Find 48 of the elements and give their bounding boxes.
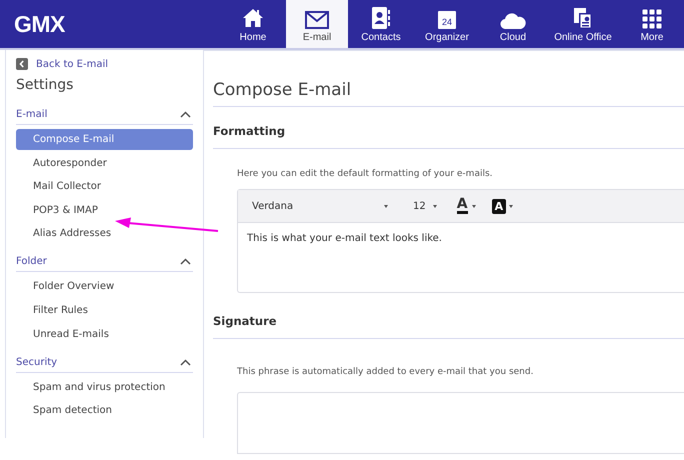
nav-tab[interactable]: More <box>620 0 684 48</box>
sidebar-item[interactable]: Autoresponder <box>16 152 193 174</box>
envelope-icon <box>305 11 329 29</box>
calendar-date: 24 <box>442 18 452 26</box>
section-header[interactable]: Folder <box>16 256 193 272</box>
section-heading: Signature <box>213 314 684 339</box>
sidebar-item[interactable]: Unread E-mails <box>16 324 193 345</box>
section-header[interactable]: Security <box>16 356 193 373</box>
back-icon <box>16 58 28 70</box>
address-book-icon <box>371 7 391 29</box>
back-link[interactable]: Back to E-mail <box>16 58 193 70</box>
chevron-up-icon <box>180 358 191 366</box>
sidebar-item[interactable]: Mail Collector <box>16 176 193 198</box>
cloud-icon <box>500 13 526 29</box>
caret-icon <box>384 204 388 208</box>
logo[interactable]: GMX <box>14 10 65 38</box>
documents-icon <box>573 7 593 29</box>
section-description: Here you can edit the default formatting of your e-mails. <box>237 169 494 179</box>
section-description: This phrase is automatically added to every e-mail that you send. <box>237 367 534 377</box>
font-dropdown[interactable]: Verdana <box>252 200 388 212</box>
sidebar-title: Settings <box>16 77 74 93</box>
signature-field[interactable] <box>237 392 684 454</box>
sidebar-item[interactable]: Folder Overview <box>16 276 193 298</box>
section-heading: Formatting <box>213 124 684 149</box>
nav-tab[interactable]: 24 Organizer <box>414 0 480 48</box>
chevron-up-icon <box>180 111 191 118</box>
caret-icon <box>509 204 514 208</box>
caret-icon <box>432 204 437 208</box>
sidebar-item[interactable]: Compose E-mail <box>16 129 193 150</box>
chevron-up-icon <box>180 258 191 266</box>
nav-tab[interactable]: Contacts <box>348 0 414 48</box>
page-title: Compose E-mail <box>213 80 684 107</box>
section-header[interactable]: E-mail <box>16 109 193 125</box>
caret-icon <box>472 204 476 208</box>
preview-text[interactable]: This is what your e-mail text looks like. <box>238 223 684 254</box>
nav-tab[interactable]: Home <box>220 0 286 48</box>
nav-tab[interactable]: Cloud <box>480 0 546 48</box>
sidebar-item[interactable]: Spam and virus protection <box>16 376 193 398</box>
text-color-button[interactable]: A <box>456 198 476 214</box>
nav-tab[interactable]: E-mail <box>286 0 348 48</box>
nav-tab[interactable]: Online Office <box>546 0 620 48</box>
sidebar-item[interactable]: Alias Addresses <box>16 223 193 244</box>
grid-icon <box>642 9 662 29</box>
sidebar-item[interactable]: POP3 & IMAP <box>16 200 193 221</box>
home-icon <box>242 7 264 29</box>
sidebar-item[interactable]: Filter Rules <box>16 300 193 321</box>
sidebar-item[interactable]: Spam detection <box>16 400 193 422</box>
size-dropdown[interactable]: 12 <box>413 200 437 212</box>
